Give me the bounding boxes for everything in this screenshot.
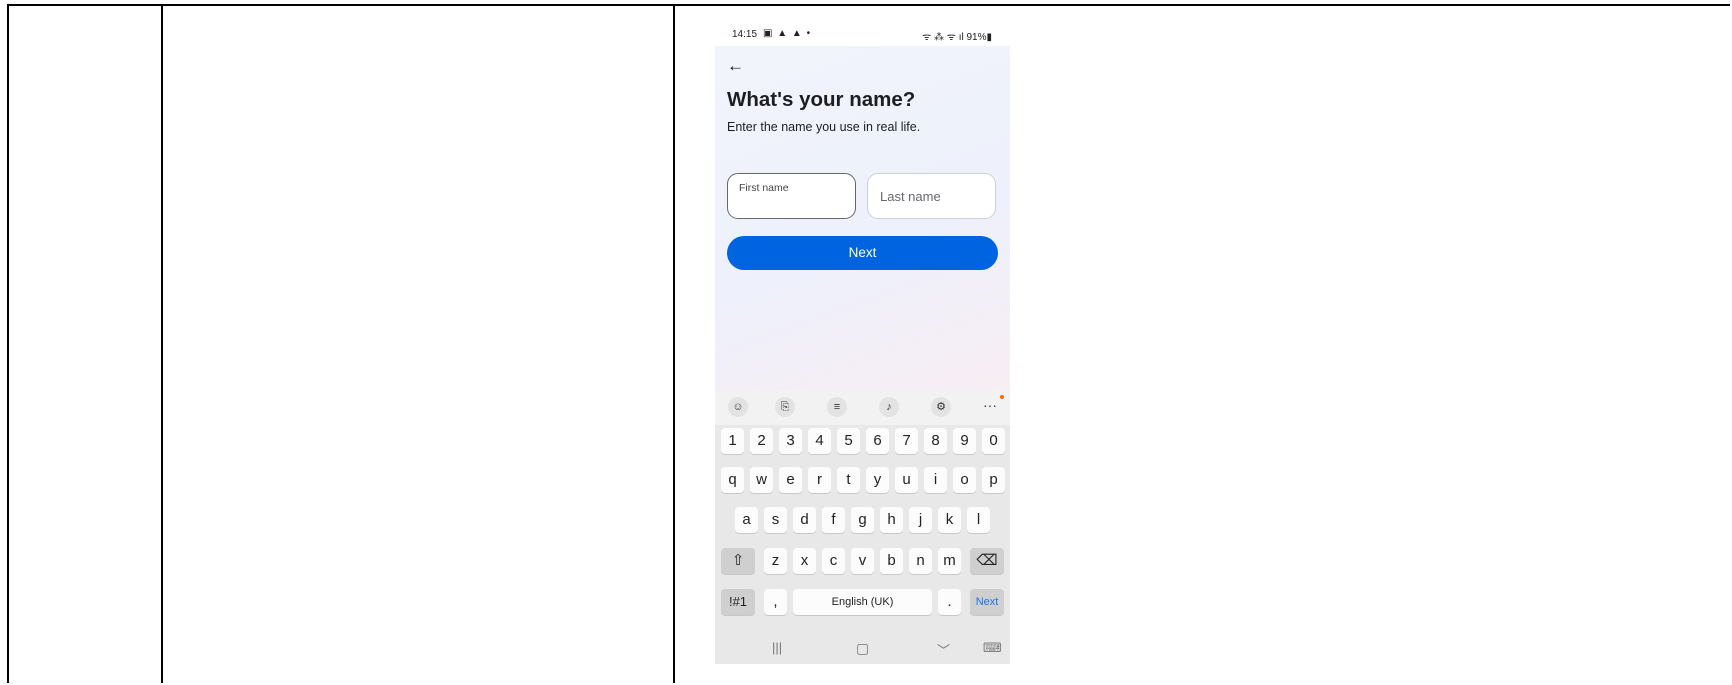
key-z[interactable]: z [764, 548, 787, 574]
next-action-key[interactable]: Next [970, 589, 1004, 615]
nav-back-icon[interactable]: ﹀ [937, 640, 950, 659]
name-screen: ← What's your name? Enter the name you u… [715, 46, 1010, 413]
key-u[interactable]: u [895, 467, 918, 493]
key-3[interactable]: 3 [779, 428, 802, 454]
clipboard-icon[interactable]: ⎘ [775, 397, 795, 417]
key-9[interactable]: 9 [953, 428, 976, 454]
back-arrow-icon[interactable]: ← [727, 56, 744, 76]
symbols-key[interactable]: !#1 [721, 589, 755, 615]
key-y[interactable]: y [866, 467, 889, 493]
status-right-icons: ᯤ ⁂ ᯤ ıl 91%▮ [922, 32, 992, 43]
key-t[interactable]: t [837, 467, 860, 493]
key-s[interactable]: s [764, 507, 787, 533]
comma-key[interactable]: , [764, 589, 787, 615]
key-0[interactable]: 0 [982, 428, 1005, 454]
last-name-field[interactable]: Last name [867, 173, 996, 219]
key-p[interactable]: p [982, 467, 1005, 493]
more-icon[interactable]: ··· [980, 397, 1000, 417]
key-7[interactable]: 7 [895, 428, 918, 454]
microphone-icon[interactable]: ♪ [879, 397, 899, 417]
keyboard-icon[interactable]: ⌨ [983, 640, 1002, 656]
key-m[interactable]: m [938, 548, 961, 574]
status-time: 14:15 [732, 29, 758, 40]
key-b[interactable]: b [880, 548, 903, 574]
key-g[interactable]: g [851, 507, 874, 533]
key-w[interactable]: w [750, 467, 773, 493]
key-c[interactable]: c [822, 548, 845, 574]
key-o[interactable]: o [953, 467, 976, 493]
navigation-bar: ||| ▢ ﹀ ⌨ [715, 634, 1010, 664]
key-l[interactable]: l [967, 507, 990, 533]
key-1[interactable]: 1 [721, 428, 744, 454]
emoji-icon[interactable]: ☺ [728, 397, 748, 417]
first-name-label: First name [739, 182, 789, 194]
key-j[interactable]: j [909, 507, 932, 533]
key-x[interactable]: x [793, 548, 816, 574]
key-2[interactable]: 2 [750, 428, 773, 454]
page-subtitle: Enter the name you use in real life. [727, 120, 921, 134]
key-e[interactable]: e [779, 467, 802, 493]
key-4[interactable]: 4 [808, 428, 831, 454]
status-bar: 14:15 ▣ ▲ ▲ • ᯤ ⁂ ᯤ ıl 91%▮ [715, 23, 1010, 46]
settings-icon[interactable]: ⚙ [931, 397, 951, 417]
table-cell-1 [9, 6, 163, 683]
table-cell-2 [163, 6, 675, 683]
notification-dot [1000, 395, 1004, 399]
key-v[interactable]: v [851, 548, 874, 574]
key-n[interactable]: n [909, 548, 932, 574]
keyboard-toolbar: ☺ ⎘ ≡ ♪ ⚙ ··· [715, 390, 1010, 425]
key-q[interactable]: q [721, 467, 744, 493]
key-i[interactable]: i [924, 467, 947, 493]
key-8[interactable]: 8 [924, 428, 947, 454]
key-f[interactable]: f [822, 507, 845, 533]
notification-icons: ▣ ▲ ▲ • [763, 28, 812, 39]
key-a[interactable]: a [735, 507, 758, 533]
phone-screenshot: 14:15 ▣ ▲ ▲ • ᯤ ⁂ ᯤ ıl 91%▮ ← What's you… [715, 23, 1010, 664]
key-k[interactable]: k [938, 507, 961, 533]
page-title: What's your name? [727, 88, 916, 111]
key-6[interactable]: 6 [866, 428, 889, 454]
key-5[interactable]: 5 [837, 428, 860, 454]
key-d[interactable]: d [793, 507, 816, 533]
keyboard: 1 2 3 4 5 6 7 8 9 0 q w e r t y u i o p … [715, 425, 1010, 664]
backspace-key[interactable]: ⌫ [970, 548, 1004, 574]
first-name-field[interactable]: First name [727, 173, 856, 219]
key-r[interactable]: r [808, 467, 831, 493]
next-button[interactable]: Next [727, 236, 998, 270]
last-name-placeholder: Last name [880, 189, 941, 204]
text-mode-icon[interactable]: ≡ [827, 397, 847, 417]
recents-icon[interactable]: ||| [772, 640, 782, 655]
period-key[interactable]: . [938, 589, 961, 615]
shift-key[interactable]: ⇧ [721, 548, 755, 574]
home-icon[interactable]: ▢ [856, 640, 869, 657]
key-h[interactable]: h [880, 507, 903, 533]
space-key[interactable]: English (UK) [793, 589, 932, 615]
